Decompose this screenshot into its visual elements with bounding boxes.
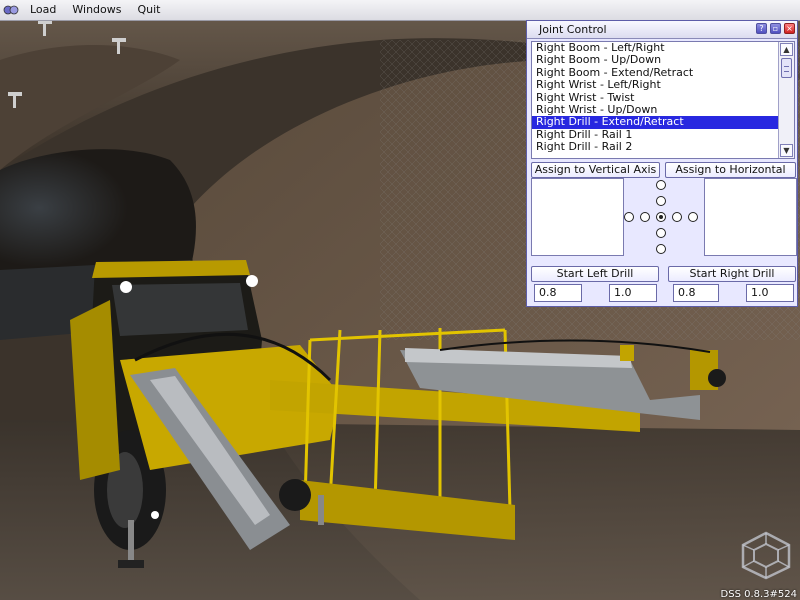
version-label: DSS 0.8.3#524: [720, 589, 797, 600]
right-drill-value-2-input[interactable]: 1.0: [746, 284, 794, 302]
app-logo-icon[interactable]: [0, 0, 22, 20]
joystick-right-1-icon[interactable]: [672, 212, 682, 222]
close-button[interactable]: ×: [784, 23, 795, 34]
joint-list-item[interactable]: Right Wrist - Twist: [532, 92, 783, 104]
window-title: Joint Control: [539, 23, 607, 36]
horizontal-axis-assignment-list[interactable]: [704, 178, 797, 256]
scroll-thumb[interactable]: [781, 58, 792, 78]
joystick-up-1-icon[interactable]: [656, 196, 666, 206]
joint-control-window: Joint Control ? ▫ × Right Boom - Left/Ri…: [526, 20, 798, 307]
assign-vertical-axis-button[interactable]: Assign to Vertical Axis: [531, 162, 660, 178]
menu-load[interactable]: Load: [22, 0, 64, 20]
vertical-axis-assignment-list[interactable]: [531, 178, 624, 256]
left-drill-value-2-input[interactable]: 1.0: [609, 284, 657, 302]
joint-list-item[interactable]: Right Boom - Extend/Retract: [532, 67, 783, 79]
list-scrollbar[interactable]: ▲ ▼: [778, 42, 794, 158]
joystick-down-1-icon[interactable]: [656, 228, 666, 238]
menu-windows[interactable]: Windows: [64, 0, 129, 20]
left-drill-value-1-input[interactable]: 0.8: [534, 284, 582, 302]
start-left-drill-button[interactable]: Start Left Drill: [531, 266, 659, 282]
right-drill-value-1-input[interactable]: 0.8: [673, 284, 719, 302]
joint-list-item[interactable]: Right Boom - Up/Down: [532, 54, 783, 66]
joystick-left-1-icon[interactable]: [640, 212, 650, 222]
joint-list-item[interactable]: Right Drill - Rail 1: [532, 129, 783, 141]
start-right-drill-button[interactable]: Start Right Drill: [668, 266, 796, 282]
hexagon-logo-icon: [735, 530, 797, 583]
joystick-left-2-icon[interactable]: [624, 212, 634, 222]
scroll-down-icon[interactable]: ▼: [780, 144, 793, 157]
joystick-right-2-icon[interactable]: [688, 212, 698, 222]
joint-list-item[interactable]: Right Drill - Extend/Retract: [532, 116, 783, 129]
scroll-up-icon[interactable]: ▲: [780, 43, 793, 56]
minimize-button[interactable]: ▫: [770, 23, 781, 34]
joystick-up-2-icon[interactable]: [656, 180, 666, 190]
joint-list-item[interactable]: Right Boom - Left/Right: [532, 42, 783, 54]
menu-quit[interactable]: Quit: [130, 0, 169, 20]
joystick-down-2-icon[interactable]: [656, 244, 666, 254]
help-button[interactable]: ?: [756, 23, 767, 34]
joint-list-item[interactable]: Right Wrist - Up/Down: [532, 104, 783, 116]
joint-list[interactable]: Right Boom - Left/Right Right Boom - Up/D…: [531, 41, 795, 159]
joint-list-item[interactable]: Right Drill - Rail 2: [532, 141, 783, 153]
window-titlebar[interactable]: Joint Control ? ▫ ×: [527, 21, 797, 39]
joystick-center-icon[interactable]: [656, 212, 666, 222]
menu-bar: Load Windows Quit: [0, 0, 800, 21]
joint-list-item[interactable]: Right Wrist - Left/Right: [532, 79, 783, 91]
assign-horizontal-axis-button[interactable]: Assign to Horizontal Axis: [665, 162, 796, 190]
